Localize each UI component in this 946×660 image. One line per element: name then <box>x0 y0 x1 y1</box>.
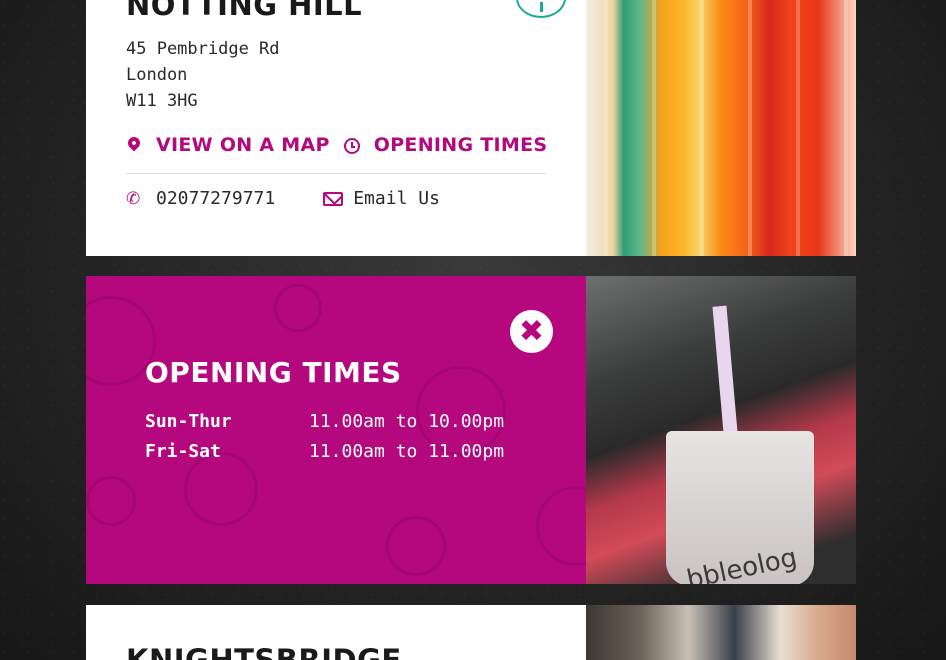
store-address: 45 Pembridge Rd London W11 3HG <box>126 36 280 114</box>
email-label: Email Us <box>353 188 440 209</box>
hours-day: Fri-Sat <box>145 440 221 462</box>
store-card-knightsbridge: KNIGHTSBRIDGE <box>86 605 856 660</box>
hours-time: 11.00am to 11.00pm <box>309 440 505 462</box>
view-on-map-label: VIEW ON A MAP <box>156 134 330 156</box>
phone-link[interactable]: ✆ 02077279771 <box>126 188 275 209</box>
envelope-icon <box>323 191 344 206</box>
clock-pattern-icon <box>274 284 322 332</box>
opening-times-link[interactable]: OPENING TIMES <box>343 134 548 156</box>
email-link[interactable]: Email Us <box>323 188 440 209</box>
opening-hours-list: Sun-Thur 11.00am to 10.00pm Fri-Sat 11.0… <box>145 406 504 466</box>
store-info-panel: NOTTING HILL 45 Pembridge Rd London W11 … <box>86 0 586 256</box>
store-name: NOTTING HILL <box>126 0 363 22</box>
phone-icon: ✆ <box>126 188 141 209</box>
opening-times-label: OPENING TIMES <box>373 134 548 156</box>
store-links: VIEW ON A MAP OPENING TIMES <box>125 134 548 156</box>
clock-pattern-icon <box>386 516 446 576</box>
divider <box>126 173 546 174</box>
store-name: KNIGHTSBRIDGE <box>126 643 402 660</box>
opening-times-title: OPENING TIMES <box>145 356 402 389</box>
hours-time: 11.00am to 10.00pm <box>309 410 505 432</box>
contact-row: ✆ 02077279771 Email Us <box>126 188 440 209</box>
view-on-map-link[interactable]: VIEW ON A MAP <box>125 134 330 156</box>
store-info-panel: KNIGHTSBRIDGE <box>86 605 586 660</box>
clock-pattern-icon <box>536 486 586 566</box>
store-card-notting-hill: NOTTING HILL 45 Pembridge Rd London W11 … <box>86 0 856 256</box>
clock-pattern-icon <box>86 476 136 526</box>
opening-times-panel: ✖ OPENING TIMES Sun-Thur 11.00am to 10.0… <box>86 276 586 584</box>
store-photo-staff <box>586 605 856 660</box>
close-icon: ✖ <box>518 314 545 349</box>
hours-row: Fri-Sat 11.00am to 11.00pm <box>145 436 504 466</box>
opening-times-card: ✖ OPENING TIMES Sun-Thur 11.00am to 10.0… <box>86 276 856 584</box>
close-button[interactable]: ✖ <box>510 310 553 353</box>
store-photo-straws <box>586 0 856 256</box>
bubble-tea-photo: bbleolog <box>586 276 856 584</box>
address-line: London <box>126 65 188 85</box>
clock-icon <box>343 136 360 154</box>
address-line: 45 Pembridge Rd <box>126 39 280 59</box>
hours-row: Sun-Thur 11.00am to 10.00pm <box>145 406 504 436</box>
address-line: W11 3HG <box>126 91 198 111</box>
phone-number: 02077279771 <box>156 188 276 209</box>
store-logo-icon <box>516 0 566 18</box>
hours-day: Sun-Thur <box>145 410 232 432</box>
map-pin-icon <box>125 134 143 154</box>
